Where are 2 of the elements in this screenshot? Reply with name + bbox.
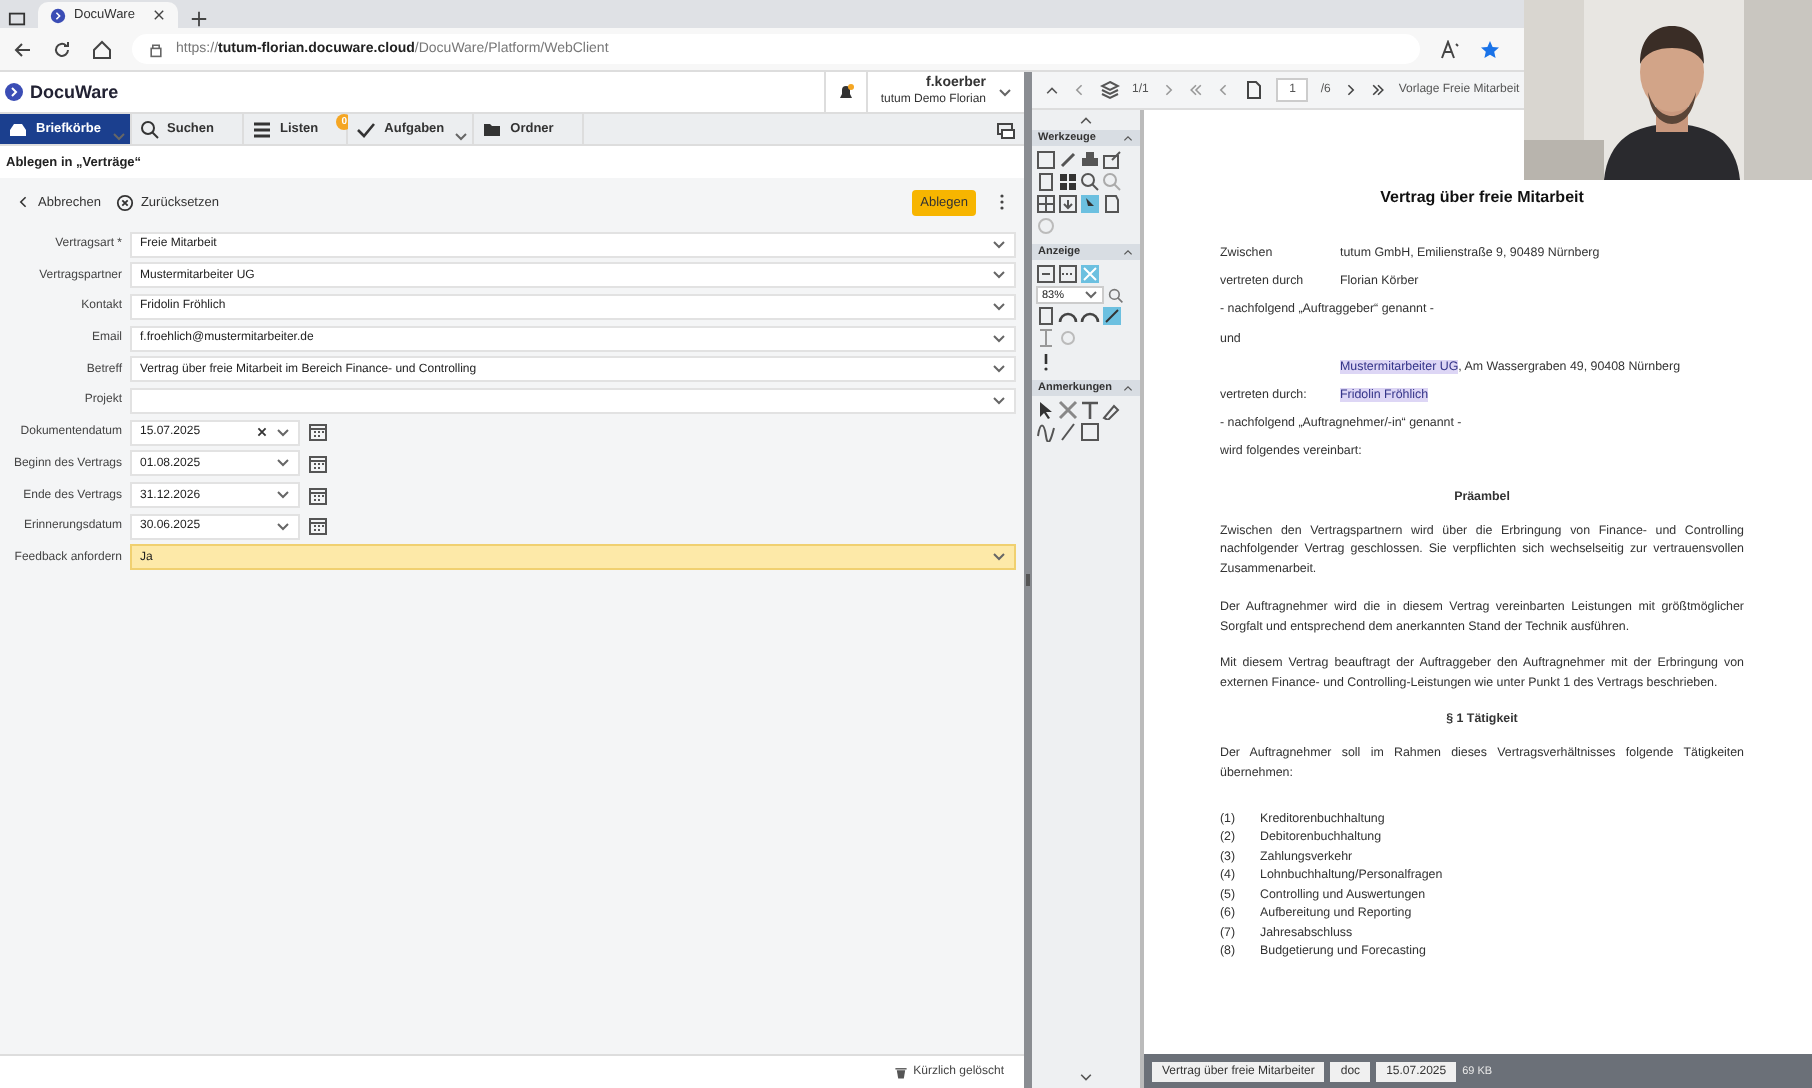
brand-name: DocuWare xyxy=(30,82,119,102)
document-title: Vertrag über freie Mitarbeit xyxy=(1378,188,1586,206)
